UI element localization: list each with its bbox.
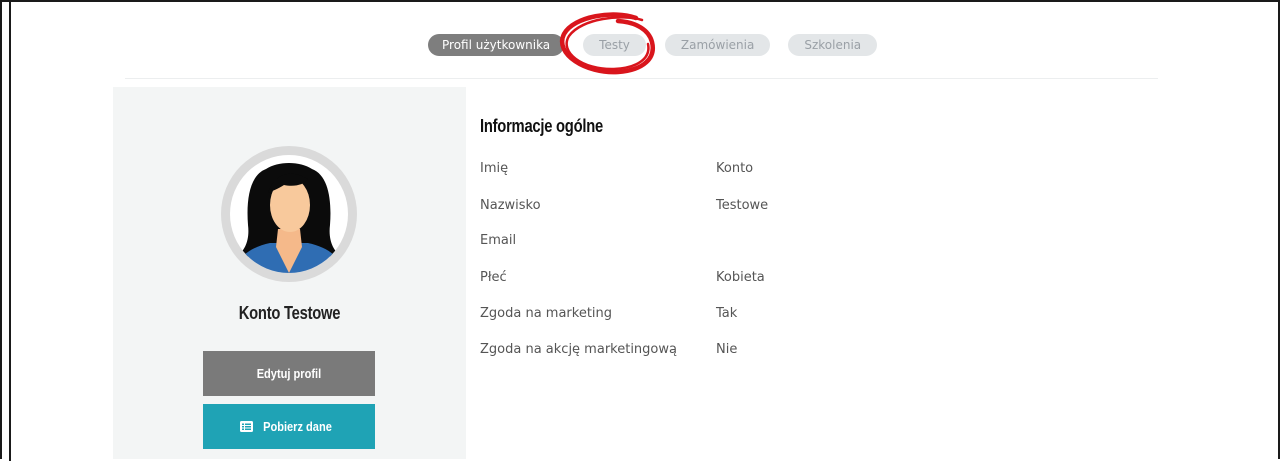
- info-label: Płeć: [480, 270, 507, 285]
- download-data-button[interactable]: Pobierz dane: [203, 404, 375, 449]
- tab-trainings[interactable]: Szkolenia: [788, 34, 878, 56]
- info-label: Email: [480, 233, 517, 248]
- info-value: Kobieta: [716, 270, 765, 285]
- info-value: Konto: [716, 161, 754, 176]
- profile-tabs: Profil użytkownika Testy Zamówienia Szko…: [428, 34, 878, 56]
- tab-orders[interactable]: Zamówienia: [664, 34, 771, 56]
- tab-profile[interactable]: Profil użytkownika: [428, 34, 565, 56]
- info-value: Tak: [716, 306, 738, 321]
- tab-tests[interactable]: Testy: [583, 34, 646, 56]
- info-value: Nie: [716, 342, 738, 357]
- info-value: Testowe: [716, 198, 769, 213]
- info-label: Zgoda na akcję marketingową: [480, 342, 677, 357]
- profile-name: Konto Testowe: [238, 303, 341, 323]
- info-label: Zgoda na marketing: [480, 306, 613, 321]
- general-info-title: Informacje ogólne: [480, 116, 603, 136]
- download-data-label: Pobierz dane: [263, 419, 332, 434]
- female-avatar-icon: [234, 163, 344, 273]
- tabs-divider: [125, 78, 1158, 79]
- edit-profile-button[interactable]: Edytuj profil: [203, 351, 375, 396]
- info-label: Nazwisko: [480, 198, 541, 213]
- avatar-image: [230, 155, 348, 273]
- info-label: Imię: [480, 161, 509, 176]
- list-alt-icon: [240, 421, 254, 432]
- avatar: [221, 146, 357, 282]
- edit-profile-label: Edytuj profil: [256, 366, 322, 381]
- left-border: [9, 2, 11, 461]
